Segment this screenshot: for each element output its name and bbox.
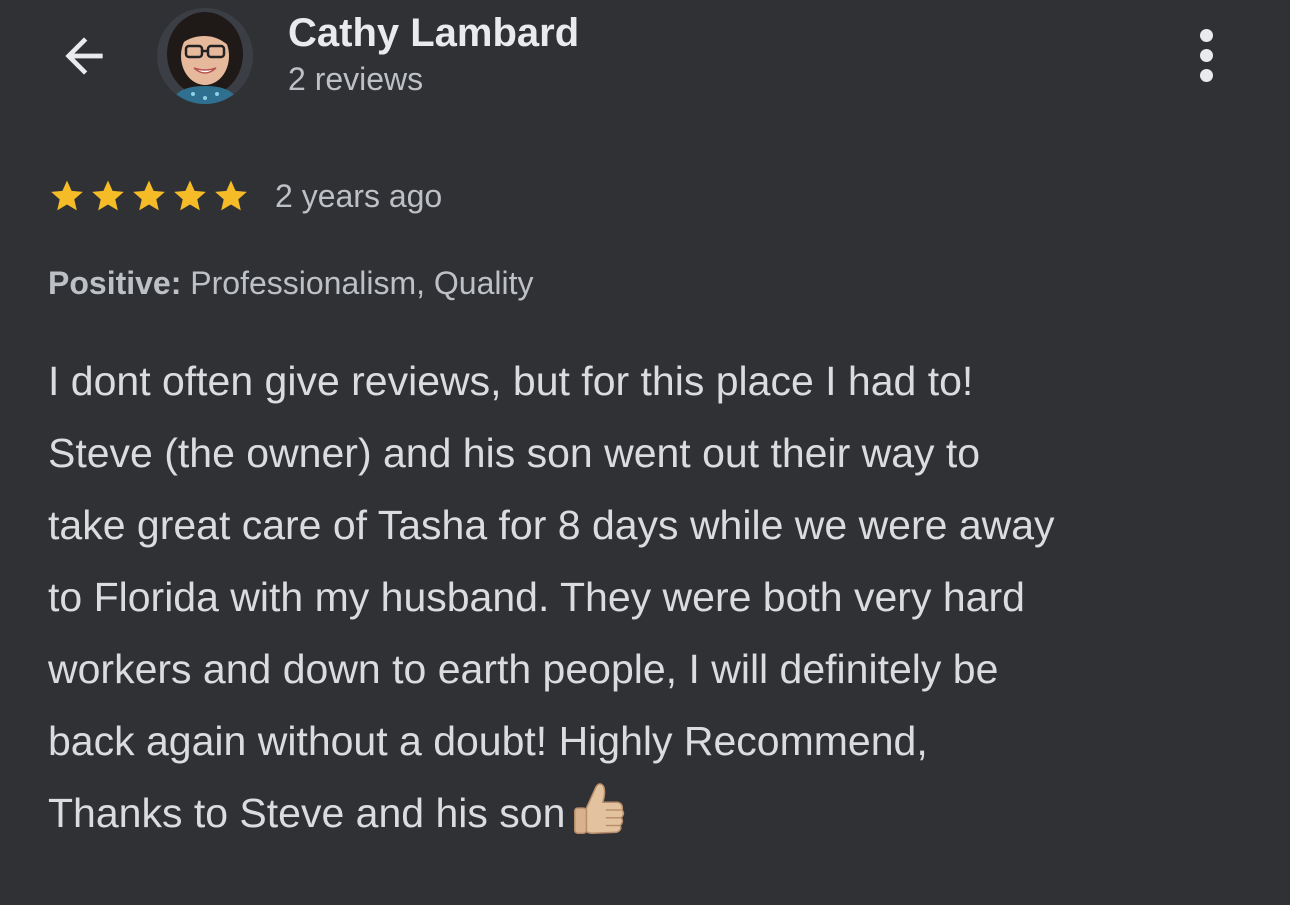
star-rating: [48, 177, 253, 215]
attributes-label: Positive:: [48, 265, 182, 301]
more-vertical-icon: [1199, 28, 1213, 42]
review-line: to Florida with my husband. They were bo…: [48, 574, 1025, 620]
star-icon: [133, 180, 165, 211]
review-attributes: Positive: Professionalism, Quality: [48, 263, 534, 303]
arrow-left-icon: [65, 37, 103, 75]
star-icon: [174, 180, 206, 211]
review-text: I dont often give reviews, but for this …: [48, 345, 1253, 849]
avatar[interactable]: [157, 8, 253, 104]
reviewer-photo: [157, 8, 253, 104]
thumbs-up-icon: [574, 783, 625, 835]
review-line-last: Thanks to Steve and his son: [48, 777, 1253, 849]
review-line: Steve (the owner) and his son went out t…: [48, 430, 981, 476]
star-icon: [215, 180, 247, 211]
review-line: back again without a doubt! Highly Recom…: [48, 718, 928, 764]
star-icon: [92, 180, 124, 211]
review-date: 2 years ago: [275, 177, 443, 214]
review-line-text: Thanks to Steve and his son: [48, 790, 566, 836]
back-button[interactable]: [52, 24, 116, 88]
reviewer-name[interactable]: Cathy Lambard: [288, 10, 579, 56]
reviewer-review-count: 2 reviews: [288, 61, 424, 97]
more-options-button[interactable]: [1180, 22, 1232, 88]
review-detail-screen: Cathy Lambard 2 reviews 2 years ago Posi…: [0, 0, 1290, 905]
review-line: I dont often give reviews, but for this …: [48, 358, 974, 404]
review-line: take great care of Tasha for 8 days whil…: [48, 502, 1055, 548]
star-icon: [51, 180, 83, 211]
attributes-value: Professionalism, Quality: [190, 265, 534, 301]
review-line: workers and down to earth people, I will…: [48, 646, 999, 692]
rating-row: 2 years ago: [48, 172, 442, 220]
